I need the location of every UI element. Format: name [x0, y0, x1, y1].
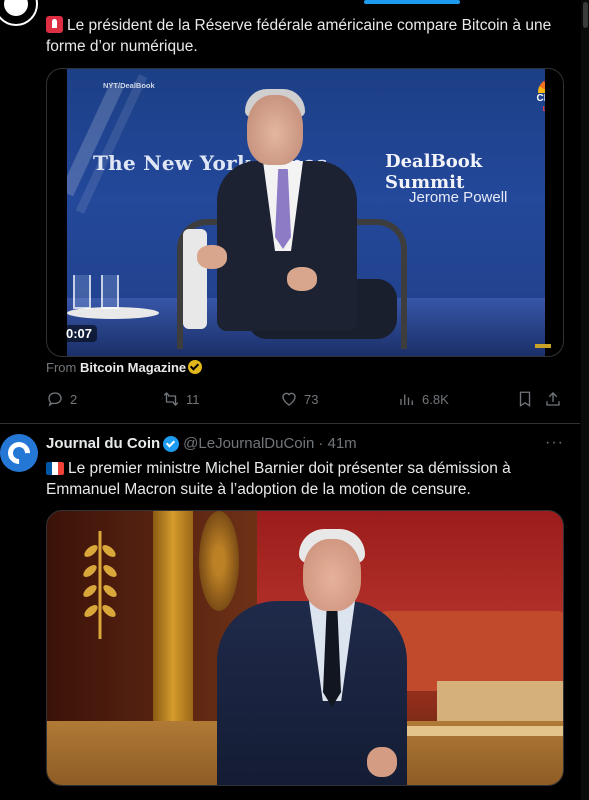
tweet-text-content: Le premier ministre Michel Barnier doit … — [46, 460, 511, 498]
repost-button[interactable]: 11 — [162, 390, 200, 408]
bookmark-icon — [519, 391, 531, 408]
verified-badge-icon — [188, 360, 203, 374]
siren-emoji-icon — [46, 16, 63, 33]
scrollbar[interactable] — [581, 0, 589, 800]
speaker-name: Jerome Powell — [409, 189, 508, 206]
tweet[interactable]: Le président de la Réserve fédérale amér… — [0, 0, 580, 424]
from-source-line: From Bitcoin Magazine — [46, 360, 203, 375]
video-frame: NYT/DealBook The New York Times DealBook… — [67, 69, 545, 356]
views-button[interactable]: 6.8K — [398, 390, 449, 408]
dealbook-summit-text: DealBook Summit — [385, 151, 483, 193]
avatar[interactable] — [0, 0, 36, 24]
verified-badge-icon — [163, 435, 180, 452]
video-duration: 0:07 — [61, 325, 98, 342]
views-icon — [400, 394, 413, 405]
reply-icon — [48, 392, 62, 407]
tweet-header: Journal du Coin @LeJournalDuCoin · 41m — [46, 435, 357, 452]
author-handle[interactable]: @LeJournalDuCoin — [183, 435, 314, 452]
reply-button[interactable]: 2 — [46, 390, 77, 408]
source-link[interactable]: Bitcoin Magazine — [80, 360, 186, 375]
bookmark-button[interactable] — [516, 390, 534, 408]
more-options-button[interactable]: ··· — [545, 434, 564, 452]
video-progress-indicator — [535, 344, 551, 348]
avatar[interactable] — [0, 434, 38, 472]
france-flag-emoji-icon — [46, 462, 64, 475]
repost-icon — [163, 392, 179, 406]
cnbc-logo: CNBC LIVE — [531, 79, 545, 113]
share-icon — [546, 392, 560, 406]
tweet-time[interactable]: · 41m — [318, 435, 356, 452]
author-name[interactable]: Journal du Coin — [46, 435, 160, 452]
like-icon — [282, 392, 296, 406]
tweet-text: Le président de la Réserve fédérale amér… — [46, 15, 556, 57]
peacock-icon — [538, 79, 545, 93]
tweet-photo[interactable] — [46, 510, 564, 786]
journal-du-coin-logo-icon — [3, 437, 35, 469]
video-player[interactable]: NYT/DealBook The New York Times DealBook… — [46, 68, 564, 357]
tweet-text-content: Le président de la Réserve fédérale amér… — [46, 17, 552, 55]
tweet-text: Le premier ministre Michel Barnier doit … — [46, 458, 556, 500]
like-button[interactable]: 73 — [280, 390, 318, 408]
laurel-ornament-icon — [83, 531, 117, 639]
scrollbar-thumb[interactable] — [583, 2, 588, 28]
tweet-actions: 2 11 73 6.8K — [46, 390, 566, 410]
video-credit: NYT/DealBook — [103, 81, 155, 90]
share-button[interactable] — [544, 390, 562, 408]
tweet[interactable]: Journal du Coin @LeJournalDuCoin · 41m ·… — [0, 424, 580, 800]
